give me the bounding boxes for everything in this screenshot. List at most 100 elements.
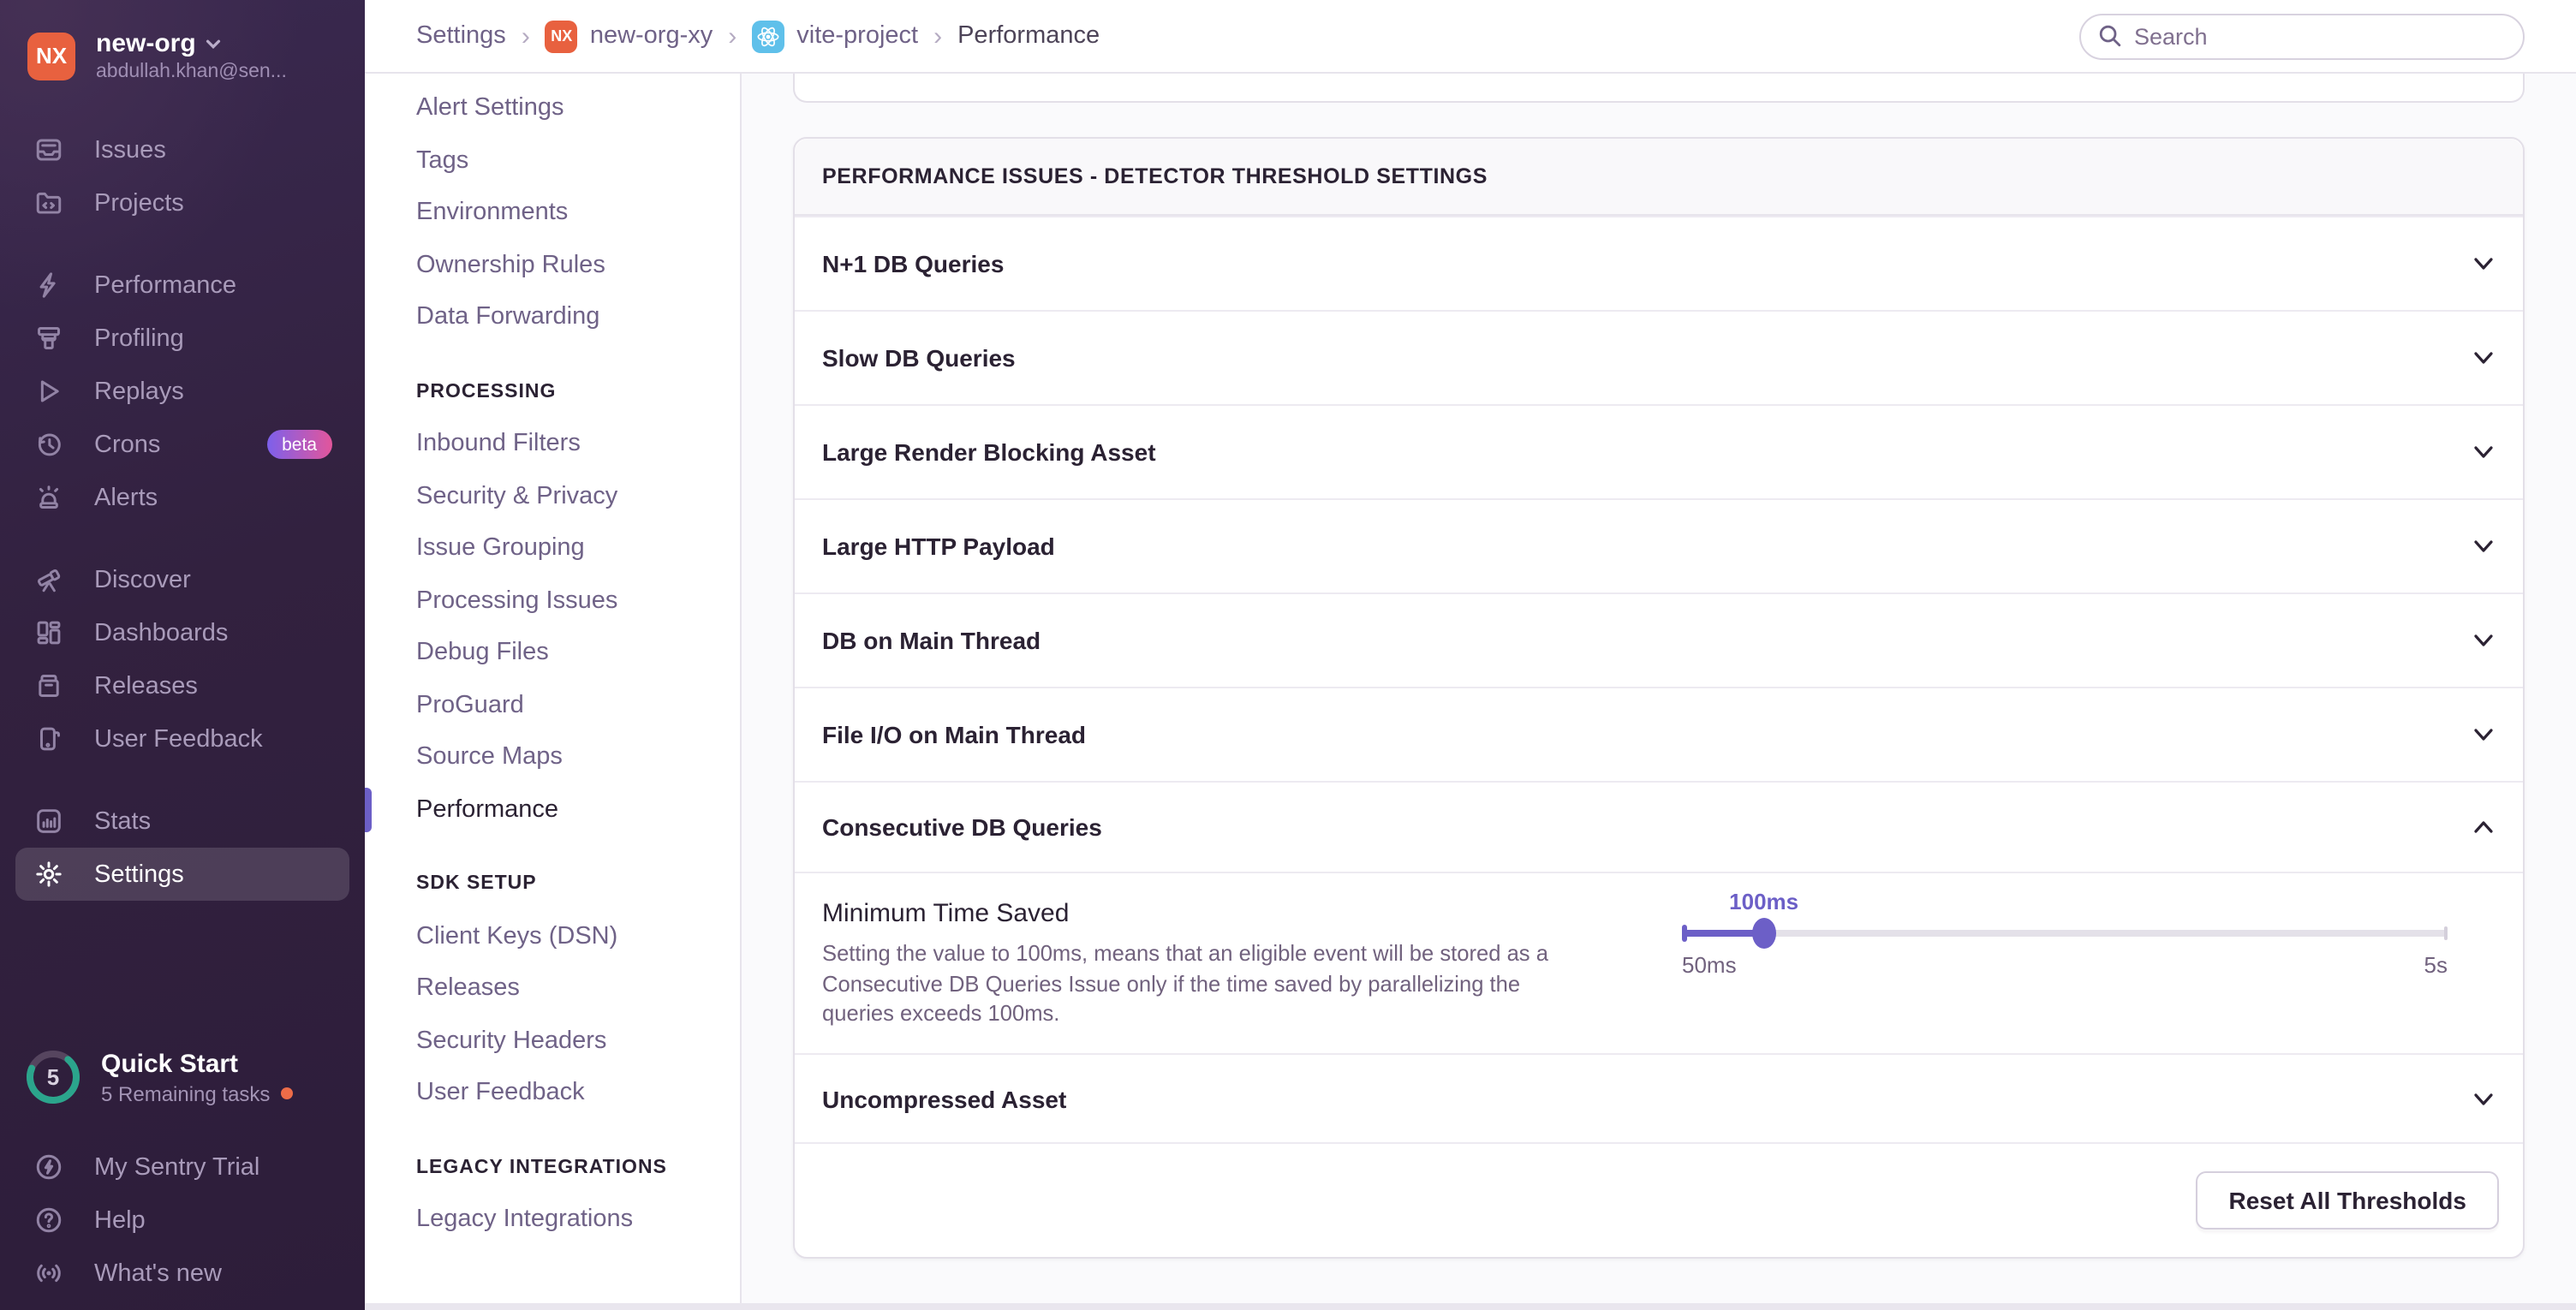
beta-badge: beta [266, 430, 332, 459]
sidebar-item-label: Help [94, 1206, 146, 1234]
subnav-item-inbound-filters[interactable]: Inbound Filters [416, 418, 740, 470]
subnav-item-performance[interactable]: Performance [416, 783, 740, 836]
accordion-row-consecutive-db-queries[interactable]: Consecutive DB Queries [795, 781, 2523, 872]
main-sidebar: NX new-org abdullah.khan@sen... Issues P… [0, 0, 365, 1310]
subnav-section-processing: PROCESSING [416, 366, 740, 418]
accordion-row-file-io-on-main-thread[interactable]: File I/O on Main Thread [795, 687, 2523, 781]
panel-header: PERFORMANCE ISSUES - DETECTOR THRESHOLD … [795, 139, 2523, 216]
sidebar-item-performance[interactable]: Performance [15, 259, 349, 312]
sidebar-item-alerts[interactable]: Alerts [15, 471, 349, 524]
subnav-item-issue-grouping[interactable]: Issue Grouping [416, 522, 740, 575]
accordion-row-db-on-main-thread[interactable]: DB on Main Thread [795, 592, 2523, 687]
sidebar-item-crons[interactable]: Crons beta [15, 418, 349, 471]
crons-icon [34, 430, 63, 459]
subnav-item-source-maps[interactable]: Source Maps [416, 731, 740, 783]
subnav-item-data-forwarding[interactable]: Data Forwarding [416, 291, 740, 343]
nx-org-avatar: NX [546, 20, 578, 52]
accordion-row-uncompressed-asset[interactable]: Uncompressed Asset [795, 1053, 2523, 1142]
sidebar-item-label: My Sentry Trial [94, 1153, 259, 1181]
sidebar-item-help[interactable]: Help [15, 1194, 349, 1247]
previous-panel-bottom [793, 74, 2525, 103]
subnav-section-legacy-integrations: LEGACY INTEGRATIONS [416, 1141, 740, 1194]
react-icon [752, 20, 784, 52]
sidebar-item-user-feedback[interactable]: User Feedback [15, 712, 349, 765]
subnav-item-security-headers[interactable]: Security Headers [416, 1015, 740, 1067]
profiling-icon [34, 324, 63, 353]
sidebar-item-replays[interactable]: Replays [15, 365, 349, 418]
chevron-down-icon [2472, 534, 2496, 558]
panel-title: PERFORMANCE ISSUES - DETECTOR THRESHOLD … [822, 164, 1488, 188]
sidebar-item-label: Replays [94, 378, 184, 405]
breadcrumb-organization[interactable]: NX new-org-xy [546, 20, 713, 52]
slider-thumb[interactable] [1752, 918, 1776, 949]
issues-icon [34, 135, 63, 164]
sidebar-item-my-sentry-trial[interactable]: My Sentry Trial [15, 1140, 349, 1194]
chevron-down-icon [2472, 1087, 2496, 1111]
chevron-down-icon [205, 34, 224, 53]
panel-footer: Reset All Thresholds [795, 1142, 2523, 1257]
slider-track[interactable] [1682, 930, 2448, 937]
help-icon [34, 1206, 63, 1235]
breadcrumb-project[interactable]: vite-project [752, 20, 918, 52]
svg-text:5: 5 [47, 1064, 59, 1090]
accordion-row-n-plus-one-db-queries[interactable]: N+1 DB Queries [795, 216, 2523, 310]
threshold-slider: 100ms 50ms 5s [1682, 873, 2448, 1053]
subnav-item-client-keys[interactable]: Client Keys (DSN) [416, 910, 740, 962]
chevron-down-icon [2472, 440, 2496, 464]
subnav-item-user-feedback[interactable]: User Feedback [416, 1067, 740, 1119]
search-box [2079, 13, 2525, 59]
sidebar-item-label: Projects [94, 189, 184, 217]
sidebar-item-label: Releases [94, 672, 198, 700]
slider-min-label: 50ms [1682, 952, 1737, 978]
subnav-item-legacy-integrations[interactable]: Legacy Integrations [416, 1194, 740, 1246]
threshold-setting-title: Minimum Time Saved [822, 899, 1627, 928]
sidebar-item-issues[interactable]: Issues [15, 123, 349, 176]
sidebar-item-label: Stats [94, 807, 151, 835]
quick-start-progress-ring: 5 [24, 1048, 82, 1106]
discover-icon [34, 565, 63, 594]
subnav-item-security-privacy[interactable]: Security & Privacy [416, 470, 740, 522]
subnav-item-tags[interactable]: Tags [416, 134, 740, 187]
org-switcher[interactable]: NX new-org abdullah.khan@sen... [0, 0, 365, 96]
subnav-item-environments[interactable]: Environments [416, 187, 740, 239]
sidebar-item-label: Performance [94, 271, 236, 299]
subnav-item-proguard[interactable]: ProGuard [416, 679, 740, 731]
accordion-row-large-render-blocking-asset[interactable]: Large Render Blocking Asset [795, 404, 2523, 498]
performance-icon [34, 271, 63, 300]
sidebar-item-whats-new[interactable]: What's new [15, 1247, 349, 1300]
sidebar-item-settings[interactable]: Settings [15, 848, 349, 901]
accordion-row-large-http-payload[interactable]: Large HTTP Payload [795, 498, 2523, 592]
consecutive-db-queries-detail: Minimum Time Saved Setting the value to … [795, 872, 2523, 1053]
accordion-row-slow-db-queries[interactable]: Slow DB Queries [795, 310, 2523, 404]
breadcrumb: Settings › NX new-org-xy › vite-project … [416, 20, 1100, 52]
subnav-item-alert-settings[interactable]: Alert Settings [416, 82, 740, 134]
notification-dot [280, 1087, 292, 1099]
user-feedback-icon [34, 724, 63, 753]
sidebar-item-label: Settings [94, 860, 184, 888]
sidebar-item-discover[interactable]: Discover [15, 553, 349, 606]
broadcast-icon [34, 1259, 63, 1288]
bottom-edge-strip [365, 1303, 2576, 1310]
breadcrumb-settings[interactable]: Settings [416, 22, 506, 50]
subnav-item-ownership-rules[interactable]: Ownership Rules [416, 239, 740, 291]
sidebar-item-profiling[interactable]: Profiling [15, 312, 349, 365]
main-content: PERFORMANCE ISSUES - DETECTOR THRESHOLD … [742, 74, 2576, 1310]
subnav-item-releases[interactable]: Releases [416, 962, 740, 1015]
sidebar-nav: Issues Projects Performance Profiling [0, 123, 365, 901]
sidebar-item-dashboards[interactable]: Dashboards [15, 606, 349, 659]
search-input[interactable] [2079, 13, 2525, 59]
replays-icon [34, 377, 63, 406]
sidebar-item-label: Crons [94, 431, 160, 458]
subnav-item-debug-files[interactable]: Debug Files [416, 627, 740, 679]
sidebar-item-stats[interactable]: Stats [15, 795, 349, 848]
sidebar-item-label: User Feedback [94, 725, 263, 753]
breadcrumb-current-page: Performance [957, 22, 1100, 50]
sidebar-item-releases[interactable]: Releases [15, 659, 349, 712]
quick-start-panel[interactable]: 5 Quick Start 5 Remaining tasks [15, 1048, 349, 1106]
subnav-section-sdk-setup: SDK SETUP [416, 858, 740, 910]
subnav-item-processing-issues[interactable]: Processing Issues [416, 575, 740, 627]
reset-all-thresholds-button[interactable]: Reset All Thresholds [2197, 1171, 2500, 1230]
slider-value-label: 100ms [1729, 889, 1798, 914]
chevron-down-icon [2472, 628, 2496, 652]
sidebar-item-projects[interactable]: Projects [15, 176, 349, 229]
